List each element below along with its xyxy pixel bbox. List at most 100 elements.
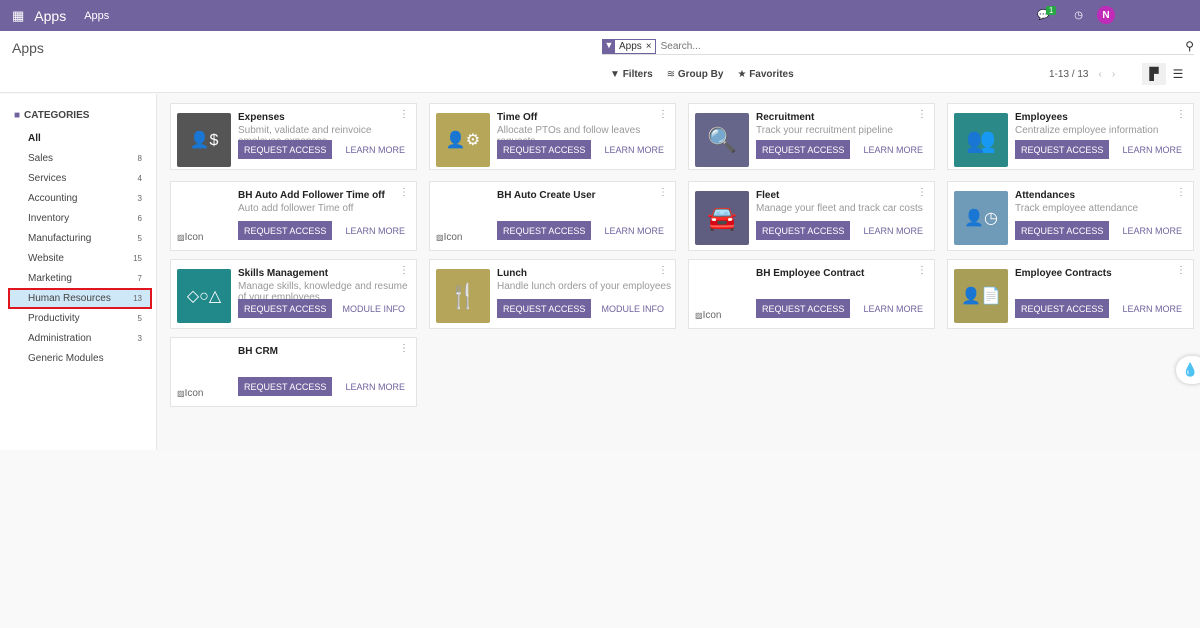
request-access-button[interactable]: REQUEST ACCESS [497,140,592,159]
pager-value[interactable]: 1-13 / 13 [1049,69,1088,80]
droplet-icon[interactable]: 💧 [1176,356,1200,384]
request-access-button[interactable]: REQUEST ACCESS [756,140,851,159]
category-count: 3 [137,194,142,203]
request-access-button[interactable]: REQUEST ACCESS [238,221,333,240]
top-navbar: ▦ Apps Apps 💬1 ◷ N [0,0,1200,31]
kebab-menu-icon[interactable]: ⋮ [917,109,927,120]
favorites-button[interactable]: ★ Favorites [737,69,793,80]
app-card: ▨ Icon BH Employee Contract REQUEST ACCES… [688,259,935,329]
sidebar-item-administration[interactable]: Administration 3 [10,330,150,347]
kebab-menu-icon[interactable]: ⋮ [917,265,927,276]
category-count: 8 [137,154,142,163]
category-count: 6 [137,214,142,223]
module-info-link[interactable]: MODULE INFO [601,304,664,314]
time-off-icon: 👤⚙ [436,113,490,167]
category-label: Human Resources [28,293,111,304]
app-name: Attendances [1015,190,1076,201]
expense-icon: 👤$ [177,113,231,167]
category-label: Productivity [28,313,80,324]
menu-apps[interactable]: Apps [84,10,109,22]
learn-more-link[interactable]: LEARN MORE [1122,145,1182,155]
app-name: BH Auto Add Follower Time off [238,190,385,201]
sidebar-item-inventory[interactable]: Inventory 6 [10,210,150,227]
search-icon[interactable]: ⚲ [1185,39,1194,53]
control-panel: Apps ▼ Apps × ⚲ ▼ Filters ≋ Group By ★ F… [0,31,1200,93]
search-input[interactable] [660,40,1186,52]
kebab-menu-icon[interactable]: ⋮ [917,187,927,198]
sidebar-item-marketing[interactable]: Marketing 7 [10,270,150,287]
filters-button[interactable]: ▼ Filters [610,69,653,80]
avatar[interactable]: N [1097,6,1115,24]
sidebar-item-services[interactable]: Services 4 [10,170,150,187]
sidebar-item-productivity[interactable]: Productivity 5 [10,310,150,327]
search-facet: ▼ Apps × [602,38,656,54]
category-count: 3 [137,334,142,343]
broken-image-icon: ▨ Icon [177,387,204,399]
request-access-button[interactable]: REQUEST ACCESS [238,140,333,159]
app-menu-icon[interactable]: ▦ [12,8,24,24]
sidebar-item-website[interactable]: Website 15 [10,250,150,267]
filter-icon: ▼ [610,69,620,80]
kebab-menu-icon[interactable]: ⋮ [658,109,668,120]
app-card: 🍴 Lunch Handle lunch orders of your empl… [429,259,676,329]
learn-more-link[interactable]: LEARN MORE [345,145,405,155]
kebab-menu-icon[interactable]: ⋮ [399,187,409,198]
kanban-view-icon[interactable]: ▛ [1142,63,1166,85]
app-title[interactable]: Apps [34,8,66,24]
request-access-button[interactable]: REQUEST ACCESS [756,221,851,240]
kebab-menu-icon[interactable]: ⋮ [658,187,668,198]
learn-more-link[interactable]: LEARN MORE [1122,304,1182,314]
learn-more-link[interactable]: LEARN MORE [345,226,405,236]
learn-more-link[interactable]: LEARN MORE [863,226,923,236]
learn-more-link[interactable]: LEARN MORE [604,145,664,155]
chevron-right-icon[interactable]: › [1112,69,1115,80]
sidebar-item-generic-modules[interactable]: Generic Modules [10,350,150,367]
request-access-button[interactable]: REQUEST ACCESS [497,299,592,318]
app-card: 👤⚙ Time Off Allocate PTOs and follow lea… [429,103,676,170]
kebab-menu-icon[interactable]: ⋮ [399,343,409,354]
group-by-button[interactable]: ≋ Group By [667,69,724,80]
request-access-button[interactable]: REQUEST ACCESS [1015,221,1110,240]
clock-icon[interactable]: ◷ [1074,10,1083,21]
kebab-menu-icon[interactable]: ⋮ [658,265,668,276]
category-label: Inventory [28,213,70,224]
chat-icon[interactable]: 💬1 [1037,5,1060,21]
app-description: Manage your fleet and track car costs [756,203,923,214]
layers-icon: ≋ [666,69,676,80]
sidebar-item-human-resources[interactable]: Human Resources 13 [8,288,152,309]
kebab-menu-icon[interactable]: ⋮ [399,109,409,120]
app-card: 👤◷ Attendances Track employee attendance… [947,181,1194,251]
request-access-button[interactable]: REQUEST ACCESS [756,299,851,318]
list-view-icon[interactable]: ☰ [1166,63,1190,85]
kebab-menu-icon[interactable]: ⋮ [1176,187,1186,198]
sidebar-item-accounting[interactable]: Accounting 3 [10,190,150,207]
learn-more-link[interactable]: LEARN MORE [863,145,923,155]
skills-icon: ◇○△ [177,269,231,323]
kebab-menu-icon[interactable]: ⋮ [1176,265,1186,276]
request-access-button[interactable]: REQUEST ACCESS [497,221,592,240]
category-label: Services [28,173,67,184]
app-description: Track employee attendance [1015,203,1139,214]
request-access-button[interactable]: REQUEST ACCESS [238,377,333,396]
module-info-link[interactable]: MODULE INFO [342,304,405,314]
kebab-menu-icon[interactable]: ⋮ [1176,109,1186,120]
categories-sidebar: ■ CATEGORIES All Sales 8 Services 4 Accounting… [0,94,157,450]
request-access-button[interactable]: REQUEST ACCESS [1015,299,1110,318]
star-icon: ★ [737,69,747,80]
broken-image-icon: ▨ Icon [436,231,463,243]
sidebar-item-all[interactable]: All [10,130,150,147]
learn-more-link[interactable]: LEARN MORE [863,304,923,314]
app-name: Time Off [497,112,538,123]
app-card: 👤$ Expenses Submit, validate and reinvoi… [170,103,417,170]
learn-more-link[interactable]: LEARN MORE [1122,226,1182,236]
request-access-button[interactable]: REQUEST ACCESS [238,299,333,318]
remove-facet-icon[interactable]: × [646,41,655,52]
learn-more-link[interactable]: LEARN MORE [604,226,664,236]
chevron-left-icon[interactable]: ‹ [1098,69,1101,80]
request-access-button[interactable]: REQUEST ACCESS [1015,140,1110,159]
app-name: Recruitment [756,112,815,123]
sidebar-item-sales[interactable]: Sales 8 [10,150,150,167]
sidebar-item-manufacturing[interactable]: Manufacturing 5 [10,230,150,247]
kebab-menu-icon[interactable]: ⋮ [399,265,409,276]
learn-more-link[interactable]: LEARN MORE [345,382,405,392]
